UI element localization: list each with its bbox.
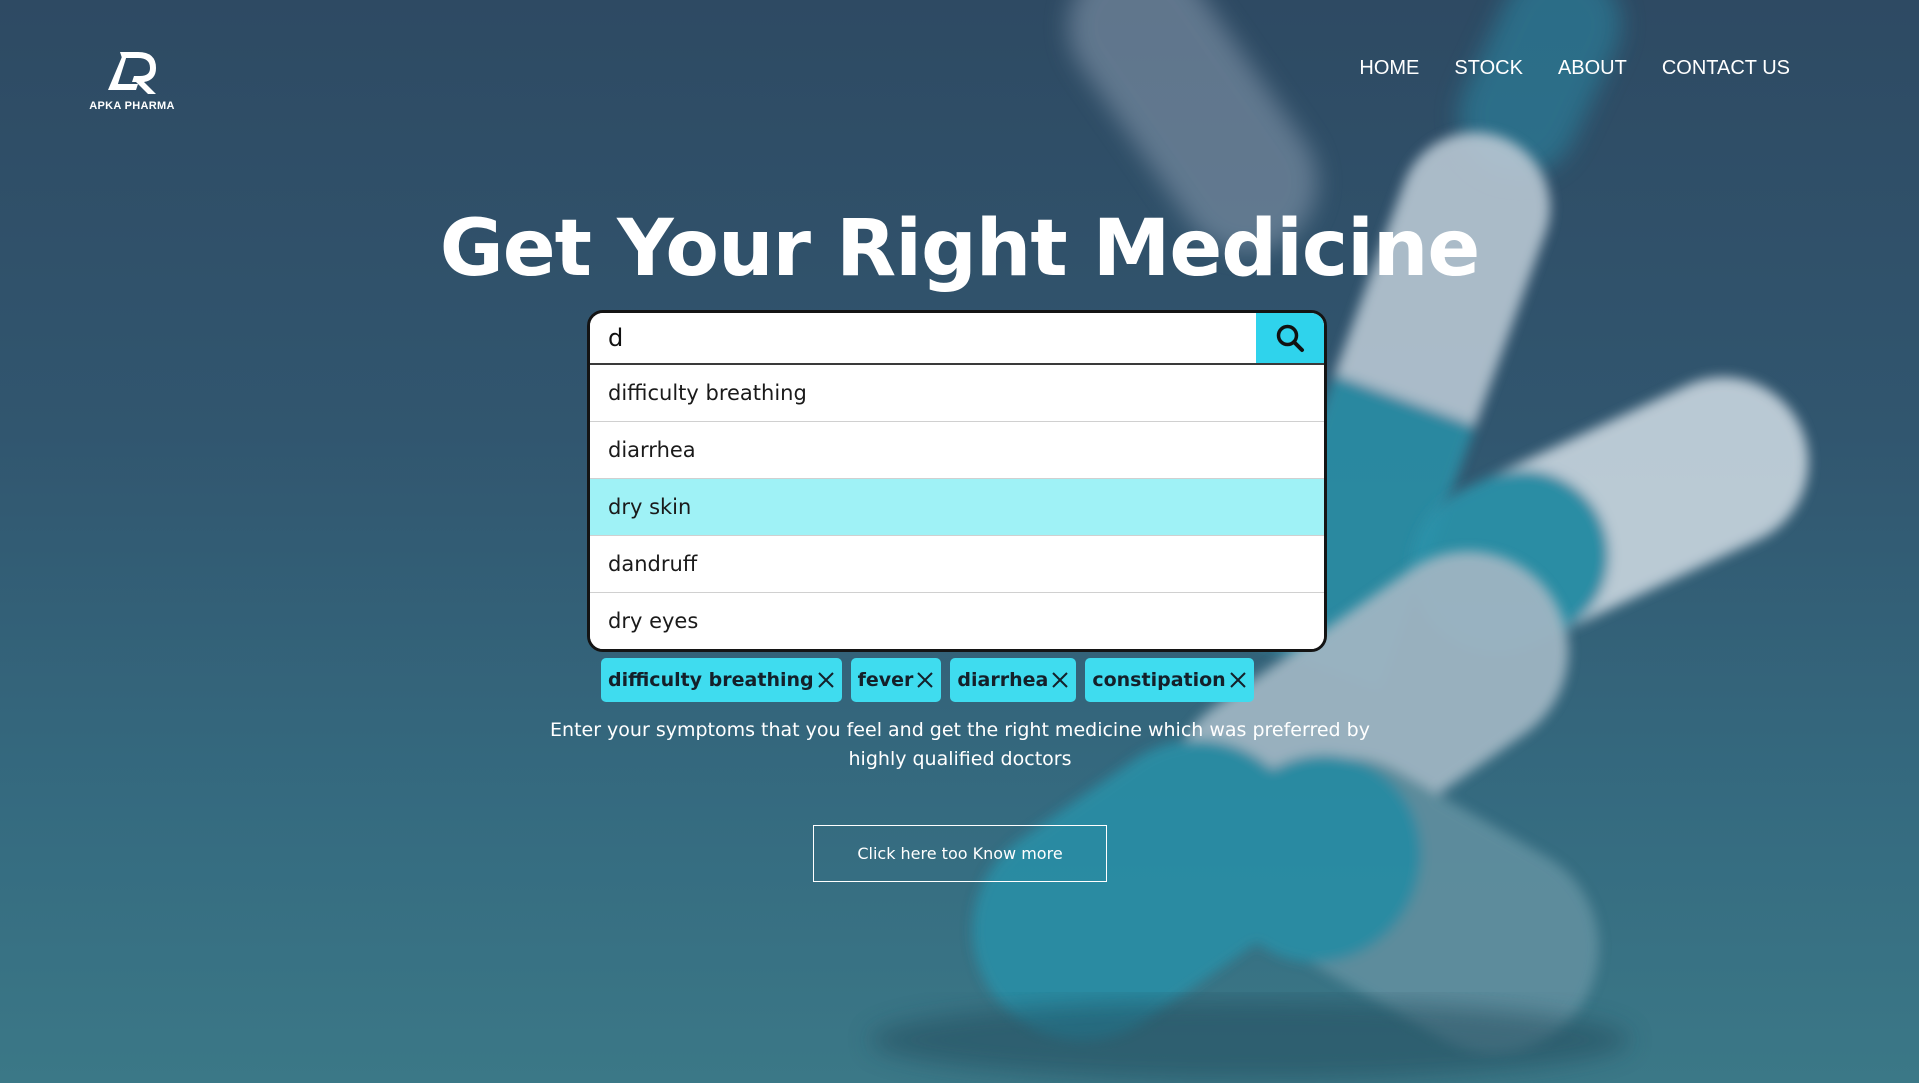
suggestion-list: difficulty breathing diarrhea dry skin d… [590,365,1324,649]
close-icon[interactable] [1051,671,1069,689]
selected-symptoms: difficulty breathing fever diarrhea cons… [601,658,1254,702]
symptom-tag: fever [850,658,942,702]
suggestion-item[interactable]: dandruff [590,536,1324,593]
search-bar [590,313,1324,365]
close-icon[interactable] [1229,671,1247,689]
nav-stock-link[interactable]: STOCK [1454,57,1523,80]
hero-title: Get Your Right Medicine [439,204,1481,294]
symptom-tag: difficulty breathing [601,658,842,702]
brand-logo[interactable]: APKA PHARMA [84,44,180,112]
suggestion-item[interactable]: diarrhea [590,422,1324,479]
apka-pharma-logo-icon [108,52,156,94]
tag-label: constipation [1092,669,1226,691]
nav-home-link[interactable]: HOME [1359,57,1419,80]
symptom-tag: diarrhea [950,658,1077,702]
suggestion-item[interactable]: dry eyes [590,593,1324,649]
nav-contact-link[interactable]: CONTACT US [1662,57,1790,80]
symptom-search: difficulty breathing diarrhea dry skin d… [587,310,1327,652]
tag-label: difficulty breathing [608,669,814,691]
page: APKA PHARMA HOME STOCK ABOUT CONTACT US … [0,0,1919,1083]
main-nav: HOME STOCK ABOUT CONTACT US [1359,57,1790,80]
close-icon[interactable] [916,671,934,689]
brand-name: APKA PHARMA [89,100,175,112]
search-button[interactable] [1256,313,1324,363]
suggestion-item-highlighted[interactable]: dry skin [590,479,1324,536]
symptom-tag: constipation [1085,658,1254,702]
tag-label: fever [857,669,914,691]
hero-description: Enter your symptoms that you feel and ge… [550,719,1370,770]
nav-about-link[interactable]: ABOUT [1558,57,1627,80]
tag-label: diarrhea [957,669,1049,691]
close-icon[interactable] [817,671,835,689]
search-input[interactable] [590,313,1256,363]
know-more-button[interactable]: Click here too Know more [813,825,1107,882]
suggestion-item[interactable]: difficulty breathing [590,365,1324,422]
search-icon [1276,324,1304,352]
